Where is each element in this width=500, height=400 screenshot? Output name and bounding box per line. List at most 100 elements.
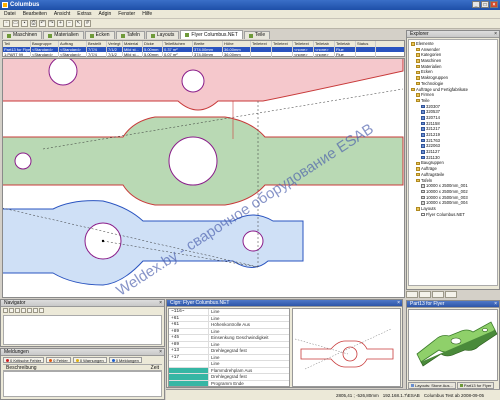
new-icon[interactable]: ▫ bbox=[3, 20, 10, 27]
folder-icon bbox=[416, 167, 420, 171]
search-icon[interactable] bbox=[445, 291, 457, 298]
part-icon bbox=[421, 127, 425, 131]
filter-messages[interactable]: 0 Meldungen bbox=[108, 357, 142, 363]
tab-part13[interactable]: Part13 for Flyer bbox=[456, 382, 495, 389]
table-cell: <Standard> bbox=[59, 52, 87, 58]
messages-title: Meldungen bbox=[4, 349, 29, 355]
tab-maschinen[interactable]: Maschinen bbox=[2, 31, 43, 39]
messages-title-bar: Meldungen × bbox=[1, 349, 164, 356]
code-step: +13 bbox=[169, 348, 209, 354]
menu-hilfe[interactable]: Hilfe bbox=[142, 11, 152, 17]
list-view-icon[interactable] bbox=[419, 291, 431, 298]
code-row[interactable]: Programm Ende bbox=[169, 380, 289, 386]
menu-ansicht[interactable]: Ansicht bbox=[54, 11, 70, 17]
code-command: Line bbox=[211, 309, 220, 314]
close-icon[interactable]: × bbox=[159, 300, 162, 307]
zoom-in-icon[interactable]: + bbox=[57, 20, 64, 27]
filter-warnings[interactable]: 0 Warnungen bbox=[72, 357, 107, 363]
undo-icon[interactable]: ↶ bbox=[39, 20, 46, 27]
maximize-icon[interactable]: □ bbox=[481, 1, 489, 8]
code-list[interactable]: ~116~ Line +61 Line +61 Höhenkontrolle Aus +89… bbox=[168, 308, 290, 387]
layout-icon bbox=[185, 33, 190, 37]
folder-icon bbox=[416, 47, 420, 52]
parts-table: Teil Baugruppe Auftrag Bestellt Verlegt … bbox=[2, 40, 405, 58]
menu-extras[interactable]: Extras bbox=[77, 11, 91, 17]
window-controls: _ □ × bbox=[472, 1, 498, 8]
document-tabs: Maschinen Materialien Ecken Tafeln Layou… bbox=[0, 30, 405, 39]
part-icon bbox=[421, 155, 425, 160]
pan-icon[interactable] bbox=[21, 308, 26, 313]
zoom-out-icon[interactable]: − bbox=[66, 20, 73, 27]
save-icon[interactable]: ▪ bbox=[21, 20, 28, 27]
folder-icon bbox=[416, 207, 420, 211]
filter-errors[interactable]: 0 Fehler bbox=[46, 357, 71, 363]
layer-icon[interactable] bbox=[33, 308, 38, 313]
column-header[interactable]: Beschreibung bbox=[6, 365, 37, 371]
code-step: +61 bbox=[169, 322, 209, 328]
table-cell bbox=[251, 52, 272, 58]
cad-drawing[interactable] bbox=[3, 59, 405, 298]
folder-icon bbox=[416, 172, 420, 177]
code-command: Höhenkontrolle Aus bbox=[211, 322, 251, 327]
tree-node[interactable]: Flyer Columbus.NET bbox=[409, 212, 497, 218]
redo-icon[interactable]: ↷ bbox=[48, 20, 55, 27]
sheet-icon bbox=[421, 195, 425, 200]
tab-layouts[interactable]: Layouts bbox=[145, 31, 180, 39]
select-icon[interactable]: ↖ bbox=[75, 20, 82, 27]
navigator-view[interactable] bbox=[3, 315, 162, 345]
filter-icon[interactable] bbox=[39, 308, 44, 313]
filter-critical-errors[interactable]: 0 Kritische Fehler bbox=[3, 357, 45, 363]
folder-icon bbox=[411, 87, 415, 92]
messages-list[interactable] bbox=[3, 371, 162, 397]
zoom-fit-icon[interactable] bbox=[15, 308, 20, 313]
table-cell: 374.00mm bbox=[193, 52, 223, 58]
cnc-code-panel: Cign: Flyer Columbus.NET × ~116~ Line +61 L… bbox=[166, 299, 403, 388]
tab-tafeln[interactable]: Tafeln bbox=[115, 31, 145, 39]
tab-teile[interactable]: Teile bbox=[243, 31, 271, 39]
table-cell: <Standard> bbox=[31, 52, 59, 58]
properties-icon[interactable] bbox=[432, 291, 444, 298]
tree-view-icon[interactable] bbox=[406, 291, 418, 298]
close-icon[interactable]: × bbox=[397, 300, 400, 307]
zoom-out-icon[interactable] bbox=[9, 308, 14, 313]
part-icon bbox=[421, 121, 425, 126]
menu-fenster[interactable]: Fenster bbox=[118, 11, 135, 17]
preview-part-outline bbox=[300, 340, 394, 368]
tab-ecken[interactable]: Ecken bbox=[84, 31, 115, 39]
table-row[interactable]: 1:PART 99 <Standard> <Standard> 7/7/4 7/… bbox=[3, 52, 404, 58]
part-3d-view[interactable] bbox=[408, 309, 498, 381]
close-icon[interactable]: × bbox=[490, 1, 498, 8]
code-command: Line bbox=[211, 328, 220, 334]
table-cell bbox=[272, 52, 293, 58]
menu-adgin[interactable]: Adgin bbox=[98, 11, 111, 17]
open-icon[interactable]: ▭ bbox=[12, 20, 19, 27]
machine-icon bbox=[7, 33, 11, 38]
explorer-tree[interactable]: Elemente Anwender Kategorien Maschinen Mater… bbox=[408, 39, 498, 286]
toolbar: ▫ ▭ ▪ ⎙ ↶ ↷ + − ↖ # bbox=[0, 19, 500, 29]
folder-icon bbox=[416, 98, 420, 103]
tab-materialien[interactable]: Materialien bbox=[43, 31, 84, 39]
preview-hole bbox=[342, 346, 358, 362]
close-icon[interactable]: × bbox=[494, 31, 497, 38]
zoom-in-icon[interactable] bbox=[3, 308, 8, 313]
menu-bearbeiten[interactable]: Bearbeiten bbox=[23, 11, 47, 17]
grid-icon[interactable]: # bbox=[84, 20, 91, 27]
status-host: 192.168.1.7\ESAB bbox=[382, 392, 420, 398]
column-header[interactable]: Zeit bbox=[151, 365, 159, 371]
explorer-bottom-tabs bbox=[406, 291, 500, 299]
menu-datei[interactable]: Datei bbox=[4, 11, 16, 17]
hole-top-left bbox=[48, 59, 78, 86]
refresh-icon[interactable] bbox=[27, 308, 32, 313]
part-preview[interactable] bbox=[292, 308, 401, 387]
minimize-icon[interactable]: _ bbox=[472, 1, 480, 8]
close-icon[interactable]: × bbox=[159, 349, 162, 356]
tab-flyer-columbus[interactable]: Flyer Columbus.NET bbox=[180, 30, 243, 39]
close-icon[interactable]: × bbox=[494, 301, 497, 308]
folder-icon bbox=[416, 64, 420, 69]
tab-layouts-stone[interactable]: Layouts: Stone Aus... bbox=[408, 382, 456, 389]
print-icon[interactable]: ⎙ bbox=[30, 20, 37, 27]
part-icon bbox=[421, 144, 425, 148]
cad-canvas[interactable] bbox=[2, 58, 405, 298]
message-filters: 0 Kritische Fehler 0 Fehler 0 Warnungen … bbox=[1, 356, 164, 364]
table-cell: 5.00mm bbox=[143, 52, 163, 58]
